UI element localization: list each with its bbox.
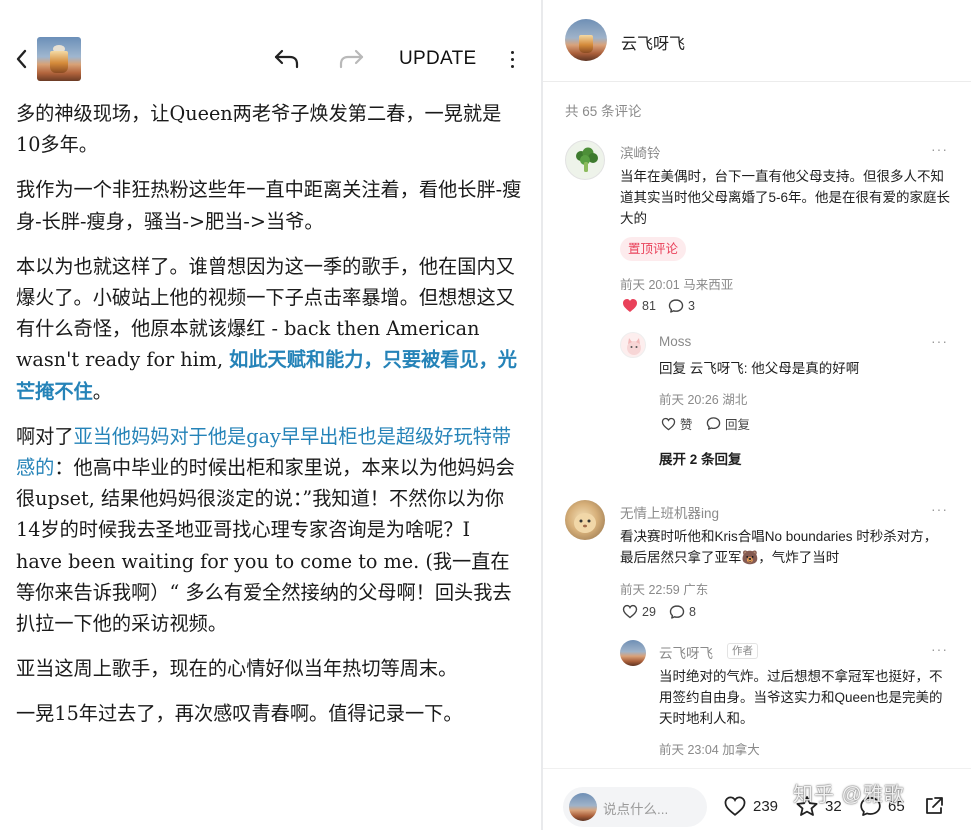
reply-reply-button[interactable]: 回复 xyxy=(706,414,750,433)
comment-input-placeholder: 说点什么... xyxy=(603,802,669,817)
comment-bubble-icon xyxy=(706,417,721,430)
heart-outline-icon xyxy=(661,417,676,430)
post-favorite-count: 32 xyxy=(825,798,842,815)
author-name[interactable]: 云飞呀飞 xyxy=(621,30,685,54)
expand-replies-button[interactable]: 展开 2 条回复 xyxy=(659,448,742,468)
reply-meta: 前天 23:04 加拿大 xyxy=(659,743,760,757)
paragraph-text: 亚当这周上歌手，现在的心情好似当年热切等周末。 xyxy=(16,657,458,681)
comment-bubble-icon xyxy=(669,605,685,619)
article-paragraph: 本以为也就这样了。谁曾想因为这一季的歌手，他在国内又爆火了。小破站上他的视频一下… xyxy=(16,251,522,407)
article-paragraph: 亚当这周上歌手，现在的心情好似当年热切等周末。 xyxy=(16,653,522,684)
my-avatar xyxy=(569,793,597,821)
reply-text: 回复 云飞呀飞: 他父母是真的好啊 xyxy=(659,361,860,376)
back-button[interactable] xyxy=(10,45,32,73)
author-avatar[interactable] xyxy=(565,19,607,61)
avatar[interactable] xyxy=(565,140,605,180)
comment-meta: 前天 20:01 马来西亚 xyxy=(620,278,734,292)
like-button[interactable]: 29 xyxy=(622,604,656,619)
reader-pane: UPDATE 多的神级现场，让Queen两老爷子焕发第二春，一晃就是10多年。我… xyxy=(0,0,541,830)
reply-like-label: 赞 xyxy=(680,418,693,432)
reply-username[interactable]: 云飞呀飞 xyxy=(659,642,713,662)
pet-photo-icon xyxy=(574,513,596,533)
reply-like-button[interactable]: 赞 xyxy=(661,414,693,433)
comment-text: 看决赛时听他和Kris合唱No boundaries 时秒杀对方，最后居然只拿了… xyxy=(620,529,938,565)
post-comment-count: 65 xyxy=(888,798,905,815)
reply-username[interactable]: Moss xyxy=(659,334,691,349)
article-paragraph: 一晃15年过去了，再次感叹青春啊。值得记录一下。 xyxy=(16,698,522,729)
broccoli-icon xyxy=(576,147,598,172)
reply-count: 3 xyxy=(688,299,695,313)
undo-icon xyxy=(274,49,299,69)
share-button[interactable] xyxy=(923,795,945,817)
reply-more-button[interactable]: ··· xyxy=(931,641,948,657)
scroll-fade xyxy=(0,812,541,830)
post-comments-button[interactable]: 65 xyxy=(859,795,905,818)
redo-icon xyxy=(339,49,364,69)
more-options-button[interactable] xyxy=(502,44,522,74)
article-body: 多的神级现场，让Queen两老爷子焕发第二春，一晃就是10多年。 我作为一个非狂热… xyxy=(16,98,522,744)
article-paragraph: 啊对了亚当他妈妈对于他是gay早早出柜也是超级好玩特带感的：他高中毕业的时候出柜… xyxy=(16,421,522,639)
author-tag: 作者 xyxy=(727,643,758,659)
reader-toolbar: UPDATE xyxy=(0,22,541,96)
post-favorite-button[interactable]: 32 xyxy=(795,795,842,818)
update-button[interactable]: UPDATE xyxy=(399,45,476,73)
heart-outline-icon xyxy=(724,796,746,816)
post-like-button[interactable]: 239 xyxy=(723,795,778,817)
undo-button[interactable] xyxy=(272,44,302,74)
comment-text: 当年在美偶时，台下一直有他父母支持。但很多人不知道其实当时他父母离婚了5-6年。… xyxy=(620,169,951,226)
like-button[interactable]: 81 xyxy=(622,298,656,313)
reply-count: 8 xyxy=(689,605,696,619)
redo-button[interactable] xyxy=(336,44,366,74)
avatar[interactable] xyxy=(565,500,605,540)
like-count: 29 xyxy=(642,604,656,619)
reply-count-button[interactable]: 8 xyxy=(669,604,696,620)
share-icon xyxy=(926,797,943,814)
heart-outline-icon xyxy=(622,604,638,619)
avatar[interactable] xyxy=(620,332,646,358)
comment-bubble-icon xyxy=(668,299,684,313)
article-thumbnail[interactable] xyxy=(37,37,81,81)
comment-bubble-icon xyxy=(860,797,881,816)
comment-action-bar: 说点什么... 239 32 65 xyxy=(543,768,971,830)
paragraph-text: 啊对了 xyxy=(16,424,74,448)
article-paragraph: 我作为一个非狂热粉这些年一直中距离关注着，看他长胖-瘦身-长胖-瘦身，骚当->肥… xyxy=(16,174,522,236)
comment-more-button[interactable]: ··· xyxy=(931,141,948,157)
reply-reply-label: 回复 xyxy=(725,418,751,432)
reply-text: 当时绝对的气炸。过后想想不拿冠军也挺好，不用签约自由身。当爷这实力和Queen也… xyxy=(659,669,943,726)
comment-input[interactable]: 说点什么... xyxy=(563,787,707,827)
like-count: 81 xyxy=(642,298,656,313)
paragraph-text: 一晃15年过去了，再次感叹青春啊。值得记录一下。 xyxy=(16,702,463,726)
avatar[interactable] xyxy=(620,640,646,666)
paragraph-text: 。 xyxy=(92,379,112,403)
post-like-count: 239 xyxy=(753,797,779,815)
comment-count: 共 65 条评论 xyxy=(565,104,642,119)
reply-meta: 前天 20:26 湖北 xyxy=(659,393,748,407)
star-outline-icon xyxy=(796,796,818,816)
comment-more-button[interactable]: ··· xyxy=(931,501,948,517)
comments-header: 云飞呀飞 xyxy=(543,0,971,82)
comment-username[interactable]: 滨崎铃 xyxy=(620,142,661,162)
pinned-badge: 置顶评论 xyxy=(620,237,687,261)
reply-more-button[interactable]: ··· xyxy=(931,333,948,349)
paragraph-text: 我作为一个非狂热粉这些年一直中距离关注着，看他长胖-瘦身-长胖-瘦身，骚当->肥… xyxy=(16,178,522,233)
cat-avatar-icon xyxy=(627,338,641,355)
comments-pane: 云飞呀飞 共 65 条评论 滨崎铃 ··· 当年在美偶时，台下一直有他父母支持。… xyxy=(543,0,971,830)
comment-username[interactable]: 无情上班机器ing xyxy=(620,502,719,522)
heart-filled-icon xyxy=(623,299,637,312)
comment-meta: 前天 22:59 广东 xyxy=(620,583,709,597)
reply-count-button[interactable]: 3 xyxy=(668,298,695,314)
chevron-left-icon xyxy=(16,49,27,69)
paragraph-text: ：他高中毕业的时候出柜和家里说，本来以为他妈妈会很upset, 结果他妈妈很淡定… xyxy=(16,456,515,636)
paragraph-text: 多的神级现场，让Queen两老爷子焕发第二春，一晃就是10多年。 xyxy=(16,102,502,157)
article-paragraph: 多的神级现场，让Queen两老爷子焕发第二春，一晃就是10多年。 xyxy=(16,98,522,160)
